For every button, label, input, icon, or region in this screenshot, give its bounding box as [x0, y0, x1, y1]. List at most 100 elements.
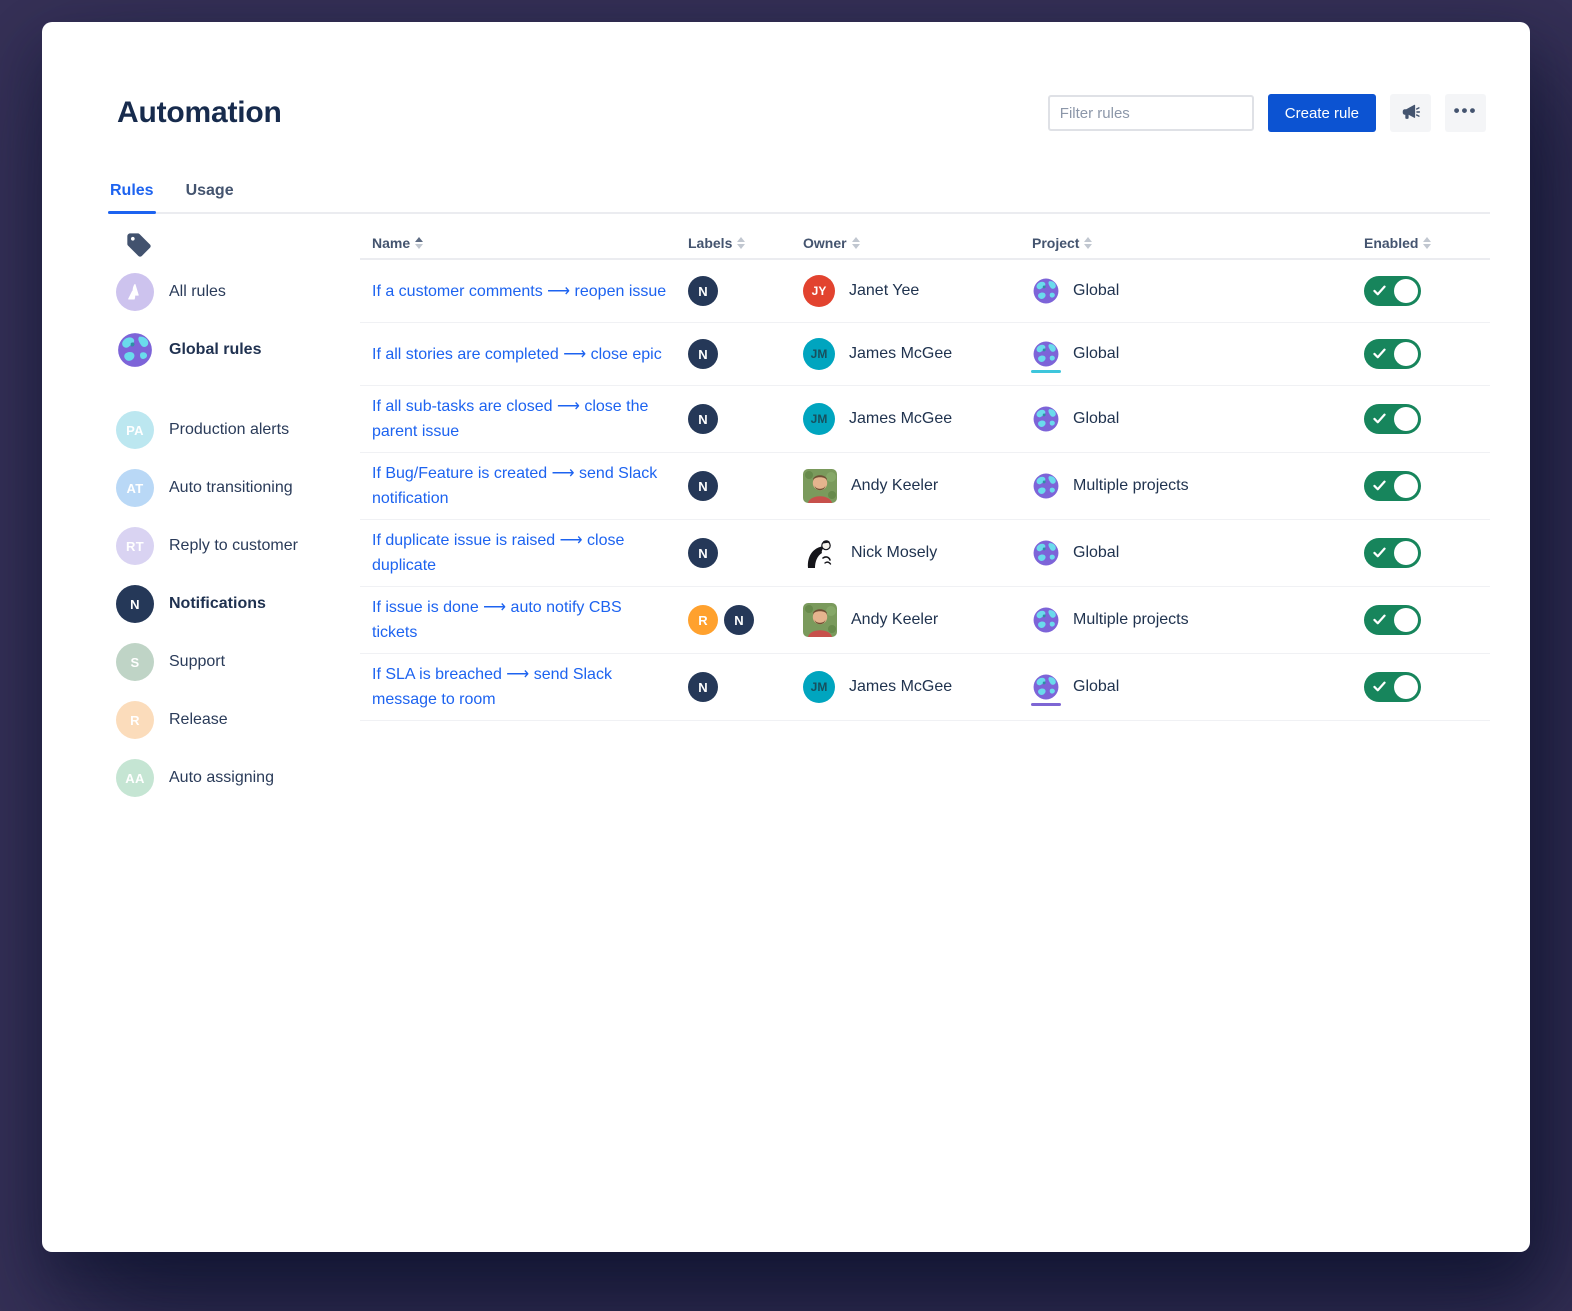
- rule-name-link[interactable]: If all stories are completed ⟶ close epi…: [372, 346, 662, 363]
- globe-underline: [1031, 703, 1061, 706]
- initials-avatar: AA: [116, 759, 154, 797]
- enabled-cell: [1356, 339, 1490, 369]
- label-badge-n[interactable]: N: [688, 339, 718, 369]
- ellipsis-icon: •••: [1454, 102, 1478, 125]
- globe-avatar: [116, 331, 154, 369]
- owner-cell: JMJames McGee: [803, 338, 1032, 370]
- project-globe: [1032, 673, 1060, 701]
- tab-usage[interactable]: Usage: [184, 180, 236, 212]
- initials-avatar: RT: [116, 527, 154, 565]
- enabled-toggle[interactable]: [1364, 276, 1421, 306]
- rule-name-link[interactable]: If all sub-tasks are closed ⟶ close the …: [372, 398, 648, 440]
- project-globe: [1032, 277, 1060, 305]
- sidebar-item-global-rules[interactable]: Global rules: [115, 328, 360, 372]
- table-header-row: NameLabelsOwnerProject Enabled: [360, 227, 1490, 260]
- globe-icon: [1032, 606, 1060, 634]
- column-header-enabled[interactable]: Enabled: [1356, 235, 1490, 251]
- globe-icon: [1032, 472, 1060, 500]
- column-header-project[interactable]: Project: [1032, 235, 1356, 251]
- page-title: Automation: [117, 96, 282, 130]
- rule-name-link[interactable]: If a customer comments ⟶ reopen issue: [372, 283, 666, 300]
- sidebar-item-all-rules[interactable]: All rules: [115, 270, 360, 314]
- filter-rules-input[interactable]: [1048, 95, 1254, 131]
- globe-icon: [1032, 405, 1060, 433]
- rule-name-cell: If Bug/Feature is created ⟶ send Slack n…: [360, 453, 688, 519]
- sidebar-item-notifications[interactable]: N Notifications: [115, 582, 360, 626]
- owner-cell: Nick Mosely: [803, 536, 1032, 570]
- enabled-cell: [1356, 471, 1490, 501]
- sidebar-item-reply-to-customer[interactable]: RT Reply to customer: [115, 524, 360, 568]
- column-header-labels[interactable]: Labels: [688, 235, 803, 251]
- labels-cell: N: [688, 471, 803, 501]
- toggle-knob: [1394, 608, 1418, 632]
- column-header-owner[interactable]: Owner: [803, 235, 1032, 251]
- label-badge-r[interactable]: R: [688, 605, 718, 635]
- enabled-toggle[interactable]: [1364, 339, 1421, 369]
- rule-name-link[interactable]: If issue is done ⟶ auto notify CBS ticke…: [372, 599, 622, 641]
- rule-name-link[interactable]: If SLA is breached ⟶ send Slack message …: [372, 666, 612, 708]
- sidebar-item-label: All rules: [169, 283, 226, 301]
- topbar: Automation Create rule •••: [117, 90, 1486, 136]
- project-label: Multiple projects: [1073, 611, 1189, 629]
- label-badge-n[interactable]: N: [688, 538, 718, 568]
- project-label: Global: [1073, 678, 1119, 696]
- rule-name-cell: If all sub-tasks are closed ⟶ close the …: [360, 386, 688, 452]
- labels-cell: N: [688, 404, 803, 434]
- owner-avatar: JM: [803, 671, 835, 703]
- project-label: Multiple projects: [1073, 477, 1189, 495]
- sidebar-item-auto-transitioning[interactable]: ATAuto transitioning: [115, 466, 360, 510]
- owner-avatar: [803, 536, 837, 570]
- announcement-button[interactable]: [1390, 94, 1431, 132]
- owner-cell: Andy Keeler: [803, 603, 1032, 637]
- rule-name-link[interactable]: If Bug/Feature is created ⟶ send Slack n…: [372, 465, 657, 507]
- globe-icon: [1032, 340, 1060, 368]
- label-badge-n[interactable]: N: [688, 672, 718, 702]
- sidebar-item-label: Reply to customer: [169, 537, 298, 555]
- owner-photo: [803, 603, 837, 637]
- sidebar-item-label: Release: [169, 711, 228, 729]
- sidebar-item-label: Notifications: [169, 595, 266, 613]
- check-icon: [1373, 348, 1386, 359]
- enabled-toggle[interactable]: [1364, 471, 1421, 501]
- topbar-actions: Create rule •••: [1048, 94, 1486, 132]
- table-row: If all stories are completed ⟶ close epi…: [360, 323, 1490, 386]
- check-icon: [1373, 681, 1386, 692]
- toggle-knob: [1394, 279, 1418, 303]
- rule-name-cell: If all stories are completed ⟶ close epi…: [360, 334, 688, 375]
- sidebar-item-auto-assigning[interactable]: AAAuto assigning: [115, 756, 360, 800]
- globe-icon: [116, 331, 154, 369]
- labels-cell: N: [688, 276, 803, 306]
- sidebar-item-support[interactable]: SSupport: [115, 640, 360, 684]
- enabled-toggle[interactable]: [1364, 672, 1421, 702]
- label-badge-n[interactable]: N: [688, 276, 718, 306]
- sort-icon: [737, 237, 745, 249]
- sidebar-item-release[interactable]: RRelease: [115, 698, 360, 742]
- toggle-knob: [1394, 541, 1418, 565]
- enabled-toggle[interactable]: [1364, 404, 1421, 434]
- enabled-cell: [1356, 605, 1490, 635]
- project-globe: [1032, 472, 1060, 500]
- automation-panel: Automation Create rule ••• Rules Usage: [42, 22, 1530, 1252]
- more-actions-button[interactable]: •••: [1445, 94, 1486, 132]
- tab-bar: Rules Usage: [108, 180, 1490, 214]
- initials-avatar: N: [116, 585, 154, 623]
- tab-rules[interactable]: Rules: [108, 180, 156, 212]
- column-header-label: Enabled: [1364, 235, 1418, 251]
- rule-name-cell: If a customer comments ⟶ reopen issue: [360, 271, 688, 312]
- label-badge-n[interactable]: N: [688, 404, 718, 434]
- sidebar-item-production-alerts[interactable]: PAProduction alerts: [115, 408, 360, 452]
- enabled-toggle[interactable]: [1364, 605, 1421, 635]
- rule-name-link[interactable]: If duplicate issue is raised ⟶ close dup…: [372, 532, 624, 574]
- initials-avatar: S: [116, 643, 154, 681]
- sort-icon: [1084, 237, 1092, 249]
- column-header-name[interactable]: Name: [360, 235, 688, 251]
- sort-icon: [415, 237, 423, 249]
- create-rule-button[interactable]: Create rule: [1268, 94, 1376, 132]
- owner-name: Andy Keeler: [851, 477, 938, 495]
- enabled-toggle[interactable]: [1364, 538, 1421, 568]
- label-badge-n[interactable]: N: [688, 471, 718, 501]
- project-cell: Global: [1032, 405, 1356, 433]
- project-cell: Global: [1032, 673, 1356, 701]
- label-badge-n[interactable]: N: [724, 605, 754, 635]
- rule-name-cell: If issue is done ⟶ auto notify CBS ticke…: [360, 587, 688, 653]
